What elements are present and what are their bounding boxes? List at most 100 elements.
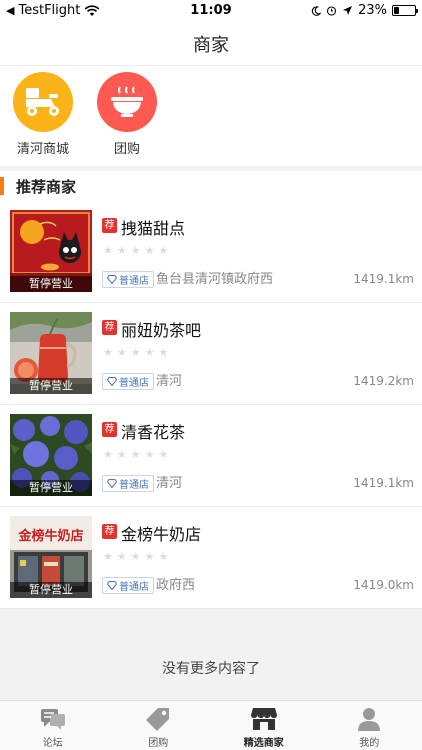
no-more-content-text: 没有更多内容了 (162, 661, 260, 677)
quick-entry-mall[interactable]: 清河商城 (5, 72, 81, 157)
star-icon: ★ (116, 550, 127, 563)
tag-icon[interactable] (144, 706, 172, 732)
shop-row[interactable]: 暂停营业 荐 拽猫甜点 ★ ★ ★ ★ ★ 普通店 鱼台县清河镇政府西 1419… (0, 201, 422, 303)
tier-label: 普通店 (119, 378, 149, 389)
section-title: 推荐商家 (16, 177, 77, 196)
star-icon: ★ (158, 448, 169, 461)
rating-stars: ★ ★ ★ ★ ★ (103, 449, 168, 460)
rating-stars: ★ ★ ★ ★ ★ (103, 347, 168, 358)
shop-name[interactable]: 拽猫甜点 (121, 215, 185, 239)
tab-me[interactable]: 我的 (317, 701, 422, 750)
shop-row[interactable]: 暂停营业 荐 清香花茶 ★ ★ ★ ★ ★ 普通店 清河 1419.1km (0, 405, 422, 507)
diamond-icon (107, 479, 117, 488)
tier-badge: 普通店 (102, 577, 154, 594)
shop-address: 政府西 (156, 578, 196, 593)
shop-thumbnail[interactable]: 暂停营业 (10, 210, 92, 292)
star-icon: ★ (130, 550, 141, 563)
status-right: 23% (311, 3, 418, 18)
tier-badge: 普通店 (102, 475, 154, 492)
shop-sign-text: 金榜牛奶店 (17, 528, 83, 544)
rating-stars: ★ ★ ★ ★ ★ (103, 245, 168, 256)
shop-thumbnail[interactable]: 金榜牛奶店 暂停营业 (10, 516, 92, 598)
star-icon: ★ (144, 346, 155, 359)
moon-icon (311, 5, 322, 16)
star-icon: ★ (158, 346, 169, 359)
star-icon: ★ (103, 448, 113, 461)
shop-name[interactable]: 金榜牛奶店 (121, 521, 201, 545)
person-icon[interactable] (355, 706, 383, 732)
star-icon: ★ (103, 550, 113, 563)
star-icon: ★ (158, 550, 169, 563)
rating-stars: ★ ★ ★ ★ ★ (103, 551, 168, 562)
star-icon: ★ (130, 244, 141, 257)
tab-bar: 论坛 团购 精选商家 我的 (0, 700, 422, 750)
tier-badge: 普通店 (102, 271, 154, 288)
star-icon: ★ (130, 448, 141, 461)
star-icon: ★ (144, 448, 155, 461)
shop-address: 清河 (156, 476, 183, 491)
status-bar: ◀ TestFlight 11:09 23% (0, 0, 422, 22)
recommend-badge: 荐 (102, 422, 117, 437)
shop-row[interactable]: 暂停营业 荐 丽妞奶茶吧 ★ ★ ★ ★ ★ 普通店 清河 1419.2km (0, 303, 422, 405)
shop-address: 清河 (156, 374, 183, 389)
quick-entry-label: 清河商城 (16, 142, 69, 157)
tab-featured-shops[interactable]: 精选商家 (211, 701, 317, 750)
closed-overlay: 暂停营业 (10, 582, 92, 598)
shop-address: 鱼台县清河镇政府西 (156, 272, 274, 287)
tab-label: 团购 (148, 738, 169, 749)
closed-overlay: 暂停营业 (10, 378, 92, 394)
closed-overlay: 暂停营业 (10, 480, 92, 496)
tab-group-buy[interactable]: 团购 (106, 701, 212, 750)
star-icon: ★ (116, 448, 127, 461)
quick-entry-label: 团购 (113, 142, 140, 157)
shop-name[interactable]: 清香花茶 (121, 419, 185, 443)
shop-name[interactable]: 丽妞奶茶吧 (121, 317, 201, 341)
diamond-icon (107, 377, 117, 386)
nav-bar: 商家 (0, 22, 422, 66)
battery-fill (394, 7, 399, 14)
shop-distance: 1419.1km (353, 476, 414, 490)
alarm-icon (327, 6, 337, 16)
battery-icon (392, 5, 418, 16)
tier-label: 普通店 (119, 582, 149, 593)
star-icon: ★ (103, 244, 113, 257)
tab-label: 我的 (359, 738, 380, 749)
location-arrow-icon (343, 6, 353, 15)
star-icon: ★ (144, 550, 155, 563)
tier-label: 普通店 (119, 480, 149, 491)
shop-row[interactable]: 金榜牛奶店 暂停营业 荐 金榜牛奶店 ★ ★ ★ ★ ★ 普通店 政府西 141… (0, 507, 422, 609)
section-accent-bar (0, 177, 4, 195)
chat-bubbles-icon[interactable] (39, 706, 67, 732)
shop-thumbnail[interactable]: 暂停营业 (10, 312, 92, 394)
shop-distance: 1419.0km (353, 578, 414, 592)
section-header: 推荐商家 (0, 171, 422, 201)
tab-forum[interactable]: 论坛 (0, 701, 106, 750)
tab-label: 精选商家 (243, 738, 284, 749)
closed-overlay: 暂停营业 (10, 276, 92, 292)
shop-distance: 1419.2km (353, 374, 414, 388)
recommend-badge: 荐 (102, 320, 117, 335)
shop-thumbnail[interactable]: 暂停营业 (10, 414, 92, 496)
tier-label: 普通店 (119, 276, 149, 287)
bowl-icon[interactable] (97, 72, 157, 132)
quick-entries: 清河商城 团购 (0, 66, 422, 166)
star-icon: ★ (116, 244, 127, 257)
battery-percent: 23% (358, 3, 387, 18)
recommend-badge: 荐 (102, 218, 117, 233)
page-title: 商家 (193, 34, 229, 56)
tier-badge: 普通店 (102, 373, 154, 390)
delivery-scooter-icon[interactable] (13, 72, 73, 132)
diamond-icon (107, 581, 117, 590)
recommend-badge: 荐 (102, 524, 117, 539)
quick-entry-group-buy[interactable]: 团购 (89, 72, 165, 157)
shop-list: 暂停营业 荐 拽猫甜点 ★ ★ ★ ★ ★ 普通店 鱼台县清河镇政府西 1419… (0, 201, 422, 609)
star-icon: ★ (130, 346, 141, 359)
shop-distance: 1419.1km (353, 272, 414, 286)
diamond-icon (107, 275, 117, 284)
tab-label: 论坛 (42, 738, 63, 749)
star-icon: ★ (116, 346, 127, 359)
star-icon: ★ (158, 244, 169, 257)
star-icon: ★ (103, 346, 113, 359)
storefront-icon[interactable] (250, 706, 278, 732)
page: ◀ TestFlight 11:09 23% 商家 清河商城 团购 推荐商家 暂… (0, 0, 422, 750)
